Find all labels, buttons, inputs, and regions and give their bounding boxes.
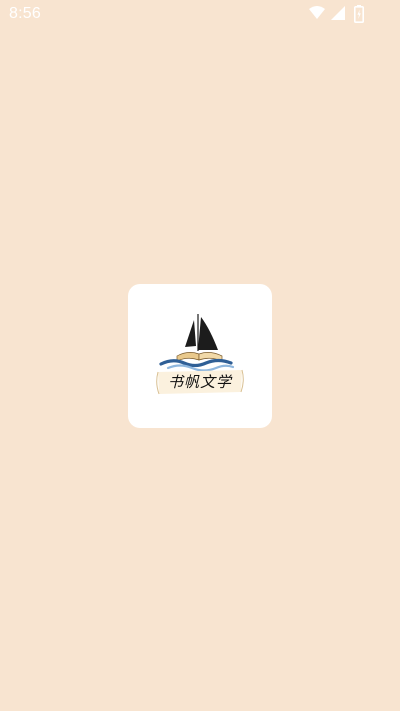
status-time: 8:56: [9, 5, 41, 22]
sail-main: [198, 317, 218, 350]
wave-dark: [159, 358, 233, 368]
book-left: [176, 352, 200, 362]
app-logo-tile: 书帆文学: [128, 284, 272, 428]
battery-icon: [354, 5, 364, 23]
cellular-signal-icon: [331, 6, 345, 20]
status-bar: 8:56: [0, 0, 400, 28]
wifi-icon: [309, 6, 325, 19]
logo-text: 书帆文学: [168, 373, 233, 391]
sail-left: [185, 320, 196, 347]
sailboat-book-logo-icon: 书帆文学: [156, 314, 244, 395]
